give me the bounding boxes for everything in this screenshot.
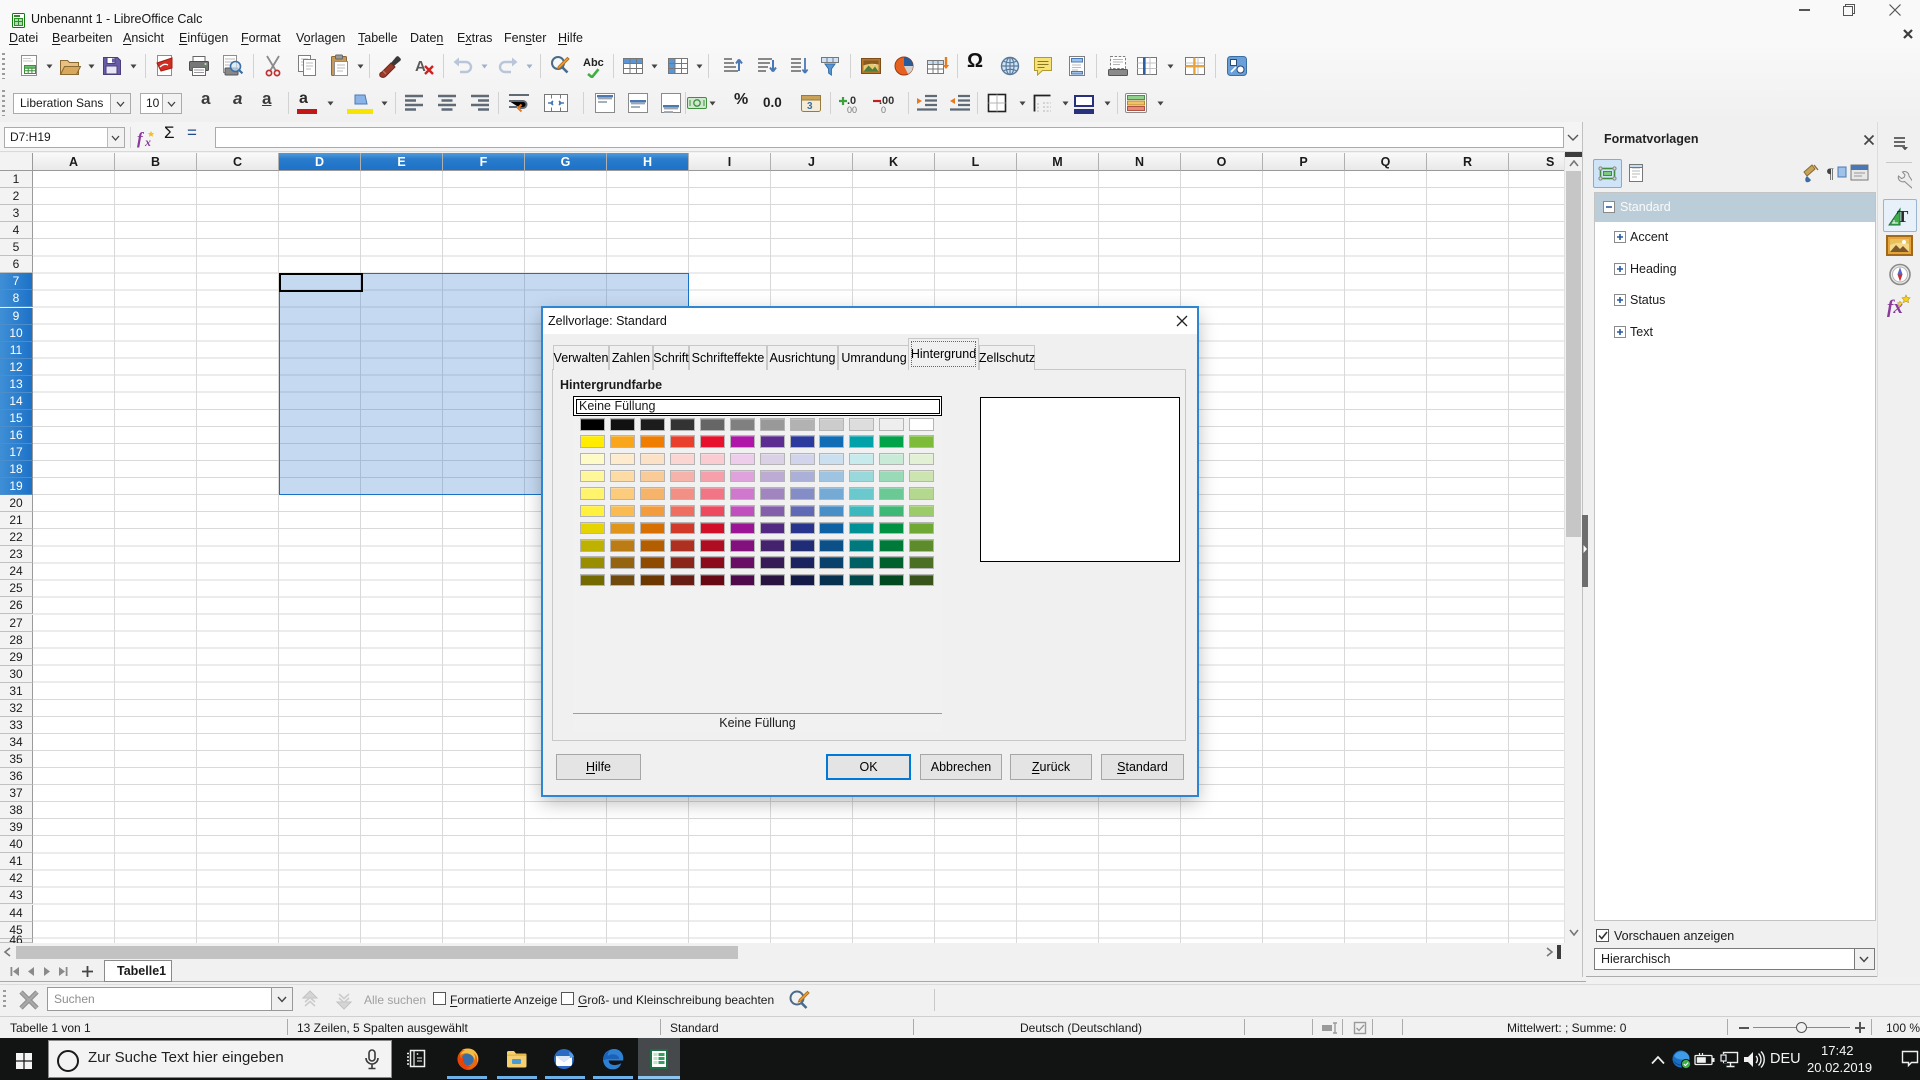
- svg-text:3: 3: [807, 101, 813, 112]
- svg-text:x: x: [144, 135, 151, 148]
- svg-text:f: f: [137, 129, 145, 148]
- svg-text:A: A: [415, 58, 426, 75]
- svg-text:Abc: Abc: [583, 57, 604, 69]
- svg-text:T: T: [1897, 207, 1909, 226]
- svg-text:00: 00: [847, 105, 857, 114]
- svg-text:fx: fx: [1887, 297, 1903, 317]
- svg-text:¶: ¶: [1827, 166, 1834, 182]
- svg-text:0: 0: [881, 105, 886, 114]
